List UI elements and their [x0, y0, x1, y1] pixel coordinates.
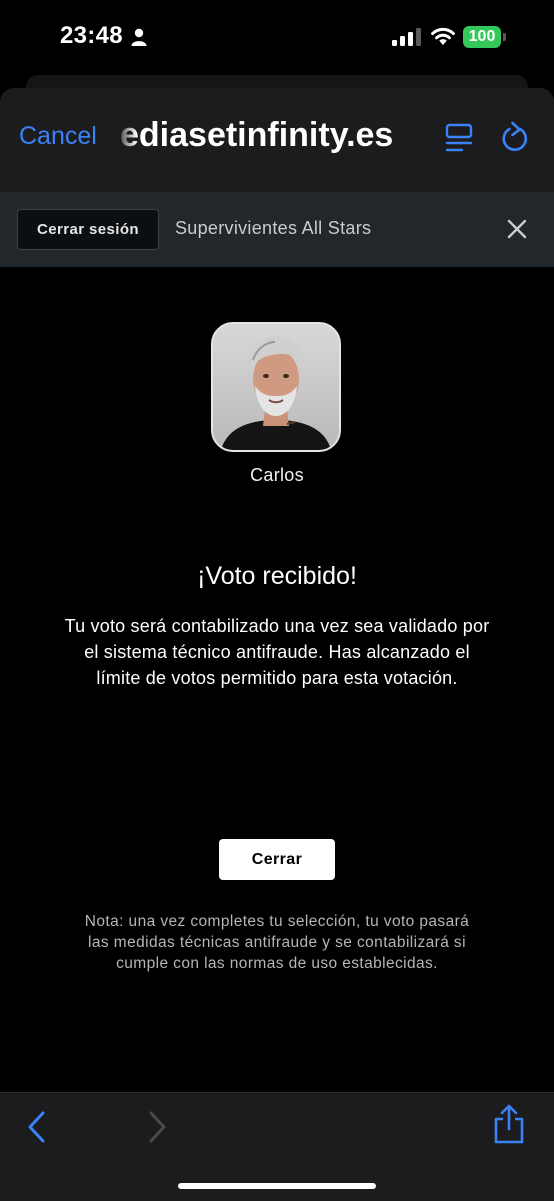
cancel-button[interactable]: Cancel [19, 122, 97, 151]
candidate-name: Carlos [250, 465, 304, 485]
close-icon[interactable] [506, 218, 528, 240]
home-indicator [178, 1183, 376, 1189]
back-icon[interactable] [26, 1110, 48, 1144]
url-fade [115, 112, 137, 162]
forward-icon[interactable] [146, 1110, 168, 1144]
close-button[interactable]: Cerrar [219, 839, 335, 880]
reload-icon[interactable] [499, 121, 529, 153]
candidate-portrait-image [213, 324, 339, 450]
cellular-signal-icon [392, 28, 421, 46]
candidate-avatar [211, 322, 341, 452]
share-icon[interactable] [492, 1104, 526, 1144]
confirmation-message: Tu voto será contabilizado una vez sea v… [64, 616, 490, 688]
disclaimer-note: Nota: una vez completes tu selección, tu… [84, 913, 470, 972]
logout-button[interactable]: Cerrar sesión [17, 209, 159, 250]
wifi-icon [431, 27, 455, 45]
confirmation-heading: ¡Voto recibido! [197, 562, 357, 590]
battery-indicator: 100 [463, 26, 501, 48]
status-bar: 23:48 100 [0, 0, 554, 76]
status-time: 23:48 [60, 22, 123, 49]
battery-tip [503, 33, 506, 41]
url-title[interactable]: ediasetinfinity.es [120, 116, 393, 155]
program-title: Supervivientes All Stars [175, 218, 372, 238]
person-icon [131, 28, 147, 46]
reader-icon[interactable] [445, 123, 473, 153]
